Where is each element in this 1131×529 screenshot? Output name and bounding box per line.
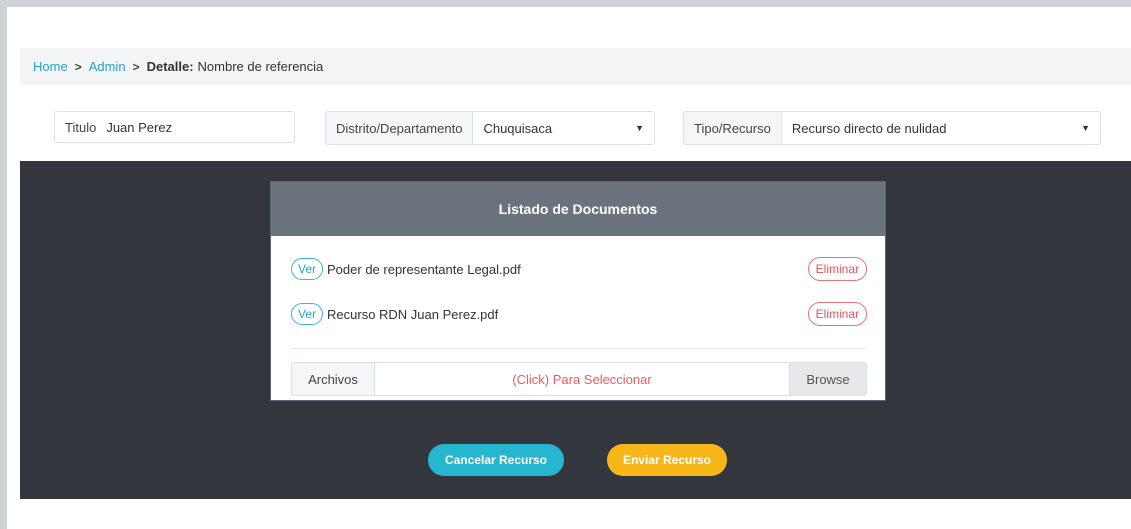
file-input-group: Archivos (Click) Para Seleccionar Browse: [291, 362, 867, 396]
cancel-recurso-button[interactable]: Cancelar Recurso: [428, 444, 564, 476]
documents-panel: Listado de Documentos Ver Poder de repre…: [270, 181, 886, 401]
caret-down-icon: ▼: [1081, 123, 1090, 133]
breadcrumb: Home > Admin > Detalle: Nombre de refere…: [20, 48, 1131, 85]
titulo-field: Titulo Juan Perez: [54, 111, 295, 143]
filter-bar: Titulo Juan Perez Distrito/Departamento …: [20, 95, 1131, 161]
browse-button[interactable]: Browse: [789, 363, 866, 395]
file-select-input[interactable]: (Click) Para Seleccionar: [375, 363, 789, 395]
chevron-right-icon: >: [74, 59, 82, 74]
distrito-selected-value: Chuquisaca: [483, 120, 553, 136]
content-area: Listado de Documentos Ver Poder de repre…: [20, 161, 1131, 499]
document-row: Ver Poder de representante Legal.pdf Eli…: [291, 256, 867, 282]
tipo-label: Tipo/Recurso: [684, 112, 782, 144]
titulo-input[interactable]: Juan Perez: [100, 112, 294, 142]
breadcrumb-current-value: Nombre de referencia: [197, 59, 324, 74]
divider: [291, 348, 867, 349]
delete-document-button[interactable]: Eliminar: [807, 257, 867, 281]
caret-down-icon: ▼: [635, 123, 644, 133]
document-row: Ver Recurso RDN Juan Perez.pdf Eliminar: [291, 301, 867, 327]
documents-panel-title: Listado de Documentos: [271, 182, 885, 236]
page-frame: Home > Admin > Detalle: Nombre de refere…: [0, 0, 1131, 529]
titulo-label: Titulo: [55, 112, 101, 142]
send-recurso-button[interactable]: Enviar Recurso: [607, 444, 727, 476]
tipo-selected-value: Recurso directo de nulidad: [791, 120, 947, 136]
view-document-button[interactable]: Ver: [291, 303, 324, 325]
document-name: Poder de representante Legal.pdf: [327, 261, 521, 277]
titulo-value: Juan Perez: [106, 119, 173, 135]
tipo-field: Tipo/Recurso Recurso directo de nulidad …: [683, 111, 1101, 145]
distrito-label: Distrito/Departamento: [326, 112, 474, 144]
distrito-select[interactable]: Chuquisaca ▼: [473, 112, 654, 144]
breadcrumb-admin-link[interactable]: Admin: [89, 59, 126, 74]
tipo-select[interactable]: Recurso directo de nulidad ▼: [782, 112, 1100, 144]
delete-document-button[interactable]: Eliminar: [807, 302, 867, 326]
breadcrumb-home-link[interactable]: Home: [33, 59, 68, 74]
distrito-field: Distrito/Departamento Chuquisaca ▼: [325, 111, 655, 145]
view-document-button[interactable]: Ver: [291, 258, 324, 280]
file-input-label: Archivos: [292, 363, 375, 395]
document-name: Recurso RDN Juan Perez.pdf: [327, 306, 499, 322]
breadcrumb-current-label: Detalle:: [146, 59, 194, 74]
chevron-right-icon: >: [132, 59, 140, 74]
